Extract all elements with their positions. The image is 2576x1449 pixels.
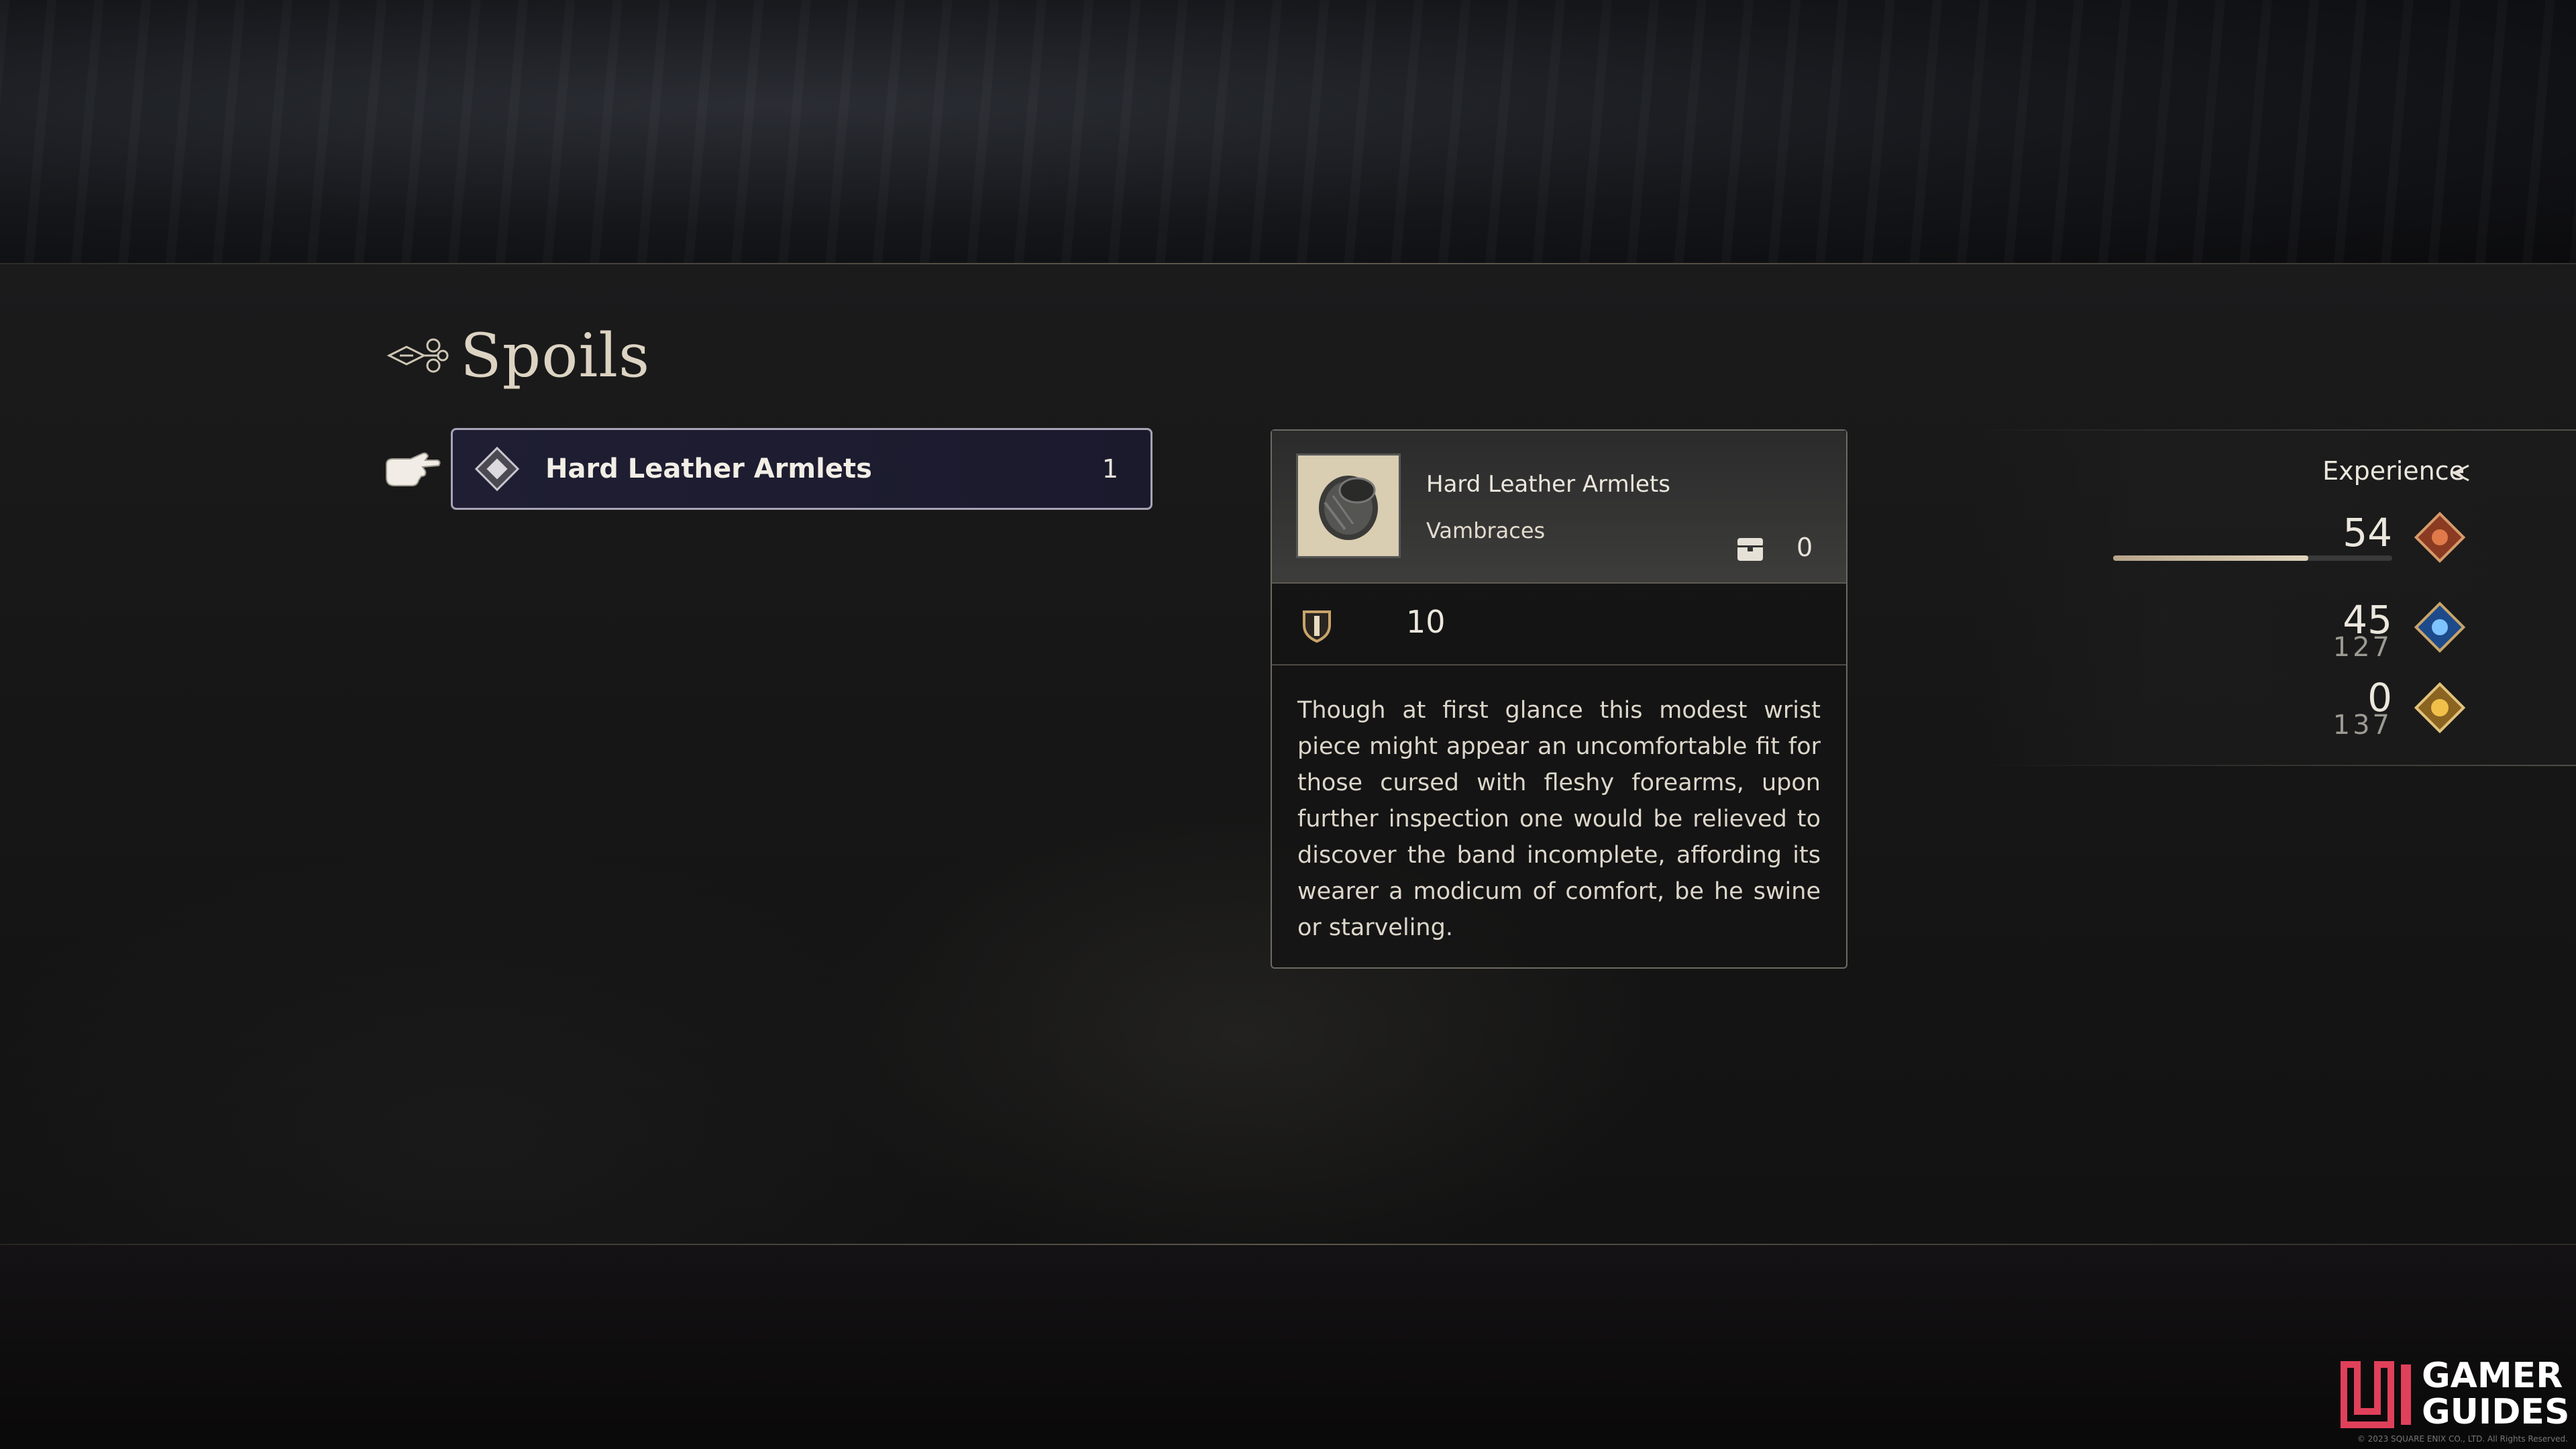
experience-bar: [2113, 555, 2392, 561]
pointer-hand-icon: [386, 452, 441, 486]
accessory-diamond-icon: [474, 446, 520, 492]
divider-bottom: [0, 1244, 2576, 1245]
experience-bar-fill: [2113, 555, 2309, 561]
defense-stat-row: 10: [1272, 584, 1846, 665]
page-title: Spoils: [460, 320, 651, 391]
item-detail-panel: Hard Leather Armlets Vambraces 0 10 Thou…: [1271, 429, 1847, 969]
gamer-guides-watermark: GAMER GUIDES: [2337, 1351, 2569, 1438]
background-bottom: [0, 1245, 2576, 1449]
divider-top: [0, 263, 2576, 264]
item-detail-type: Vambraces: [1426, 518, 1546, 543]
gold-gem-icon: [2414, 682, 2466, 734]
spoils-list-item[interactable]: Hard Leather Armlets 1: [451, 428, 1152, 510]
experience-arrow-icon: [2451, 464, 2469, 482]
flourish-icon: [386, 338, 449, 373]
armlet-icon: [1319, 476, 1378, 540]
item-name: Hard Leather Armlets: [545, 453, 872, 484]
item-detail-name: Hard Leather Armlets: [1426, 471, 1671, 498]
experience-divider-top: [1972, 429, 2576, 431]
defense-shield-icon: [1303, 610, 1331, 643]
item-detail-header: Hard Leather Armlets Vambraces 0: [1272, 431, 1846, 584]
copyright-notice: © 2023 SQUARE ENIX CO., LTD. All Rights …: [2357, 1434, 2568, 1444]
spoils-header: Spoils: [386, 315, 650, 396]
gamer-guides-logo-icon: [2341, 1361, 2411, 1428]
experience-sub-2: 127: [2332, 632, 2392, 663]
watermark-line-1: GAMER: [2422, 1356, 2563, 1396]
red-gem-icon: [2414, 511, 2466, 564]
background-top: [0, 0, 2576, 263]
item-thumbnail: [1296, 453, 1401, 558]
defense-value: 10: [1406, 604, 1446, 640]
owned-count: 0: [1796, 533, 1813, 562]
experience-value-1: 54: [2343, 510, 2392, 555]
item-description: Though at first glance this modest wrist…: [1297, 697, 1821, 941]
experience-label: Experience: [2322, 456, 2465, 486]
chest-icon: [1737, 538, 1763, 561]
watermark-line-2: GUIDES: [2422, 1392, 2570, 1432]
experience-sub-3: 137: [2332, 710, 2392, 741]
item-quantity: 1: [1102, 454, 1118, 484]
blue-gem-icon: [2414, 601, 2466, 653]
experience-divider-bottom: [1972, 765, 2576, 766]
experience-panel: [1972, 429, 2576, 765]
